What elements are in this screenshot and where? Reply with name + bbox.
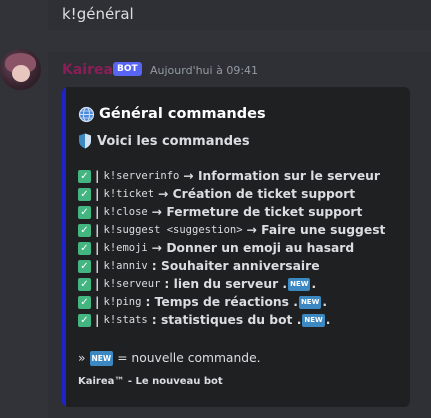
- embed-subtitle-text: Voici les commandes: [97, 133, 250, 149]
- command-description: : Souhaiter anniversaire: [151, 259, 320, 273]
- new-badge-icon: NEW: [302, 313, 325, 327]
- globe-icon: [78, 106, 95, 122]
- command-row: ✓ | k!ping: Temps de réactions . NEW.: [78, 293, 385, 311]
- command-description: : statistiques du bot .: [151, 313, 302, 327]
- command-name: k!serveur: [103, 278, 161, 290]
- new-badge-icon: NEW: [89, 350, 114, 366]
- check-mark-icon: ✓: [78, 205, 91, 219]
- command-row: ✓ | k!serverinfo → Information sur le serve…: [78, 167, 385, 185]
- command-row: ✓ | k!ticket → Création de ticket support: [78, 185, 385, 203]
- command-name: k!suggest <suggestion>: [103, 224, 243, 236]
- command-row: ✓ | k!anniv: Souhaiter anniversaire: [78, 257, 385, 275]
- avatar-face: [12, 65, 30, 82]
- legend-prefix: »: [78, 351, 86, 365]
- check-mark-icon: ✓: [78, 223, 91, 237]
- legend: » NEW = nouvelle commande.: [78, 349, 261, 367]
- embed-accent-bar: [62, 87, 66, 407]
- trailing-period: .: [322, 295, 327, 309]
- timestamp[interactable]: Aujourd'hui à 09:41: [150, 64, 258, 77]
- embed-title: Général commandes: [78, 104, 266, 124]
- command-name: k!serverinfo: [103, 170, 180, 182]
- legend-text: = nouvelle commande.: [117, 351, 261, 365]
- separator: |: [95, 313, 100, 327]
- check-mark-icon: ✓: [78, 295, 91, 309]
- command-description: → Faire une suggest: [246, 223, 386, 237]
- separator: |: [95, 295, 100, 309]
- command-description: → Fermeture de ticket support: [151, 205, 363, 219]
- command-list: ✓ | k!serverinfo → Information sur le serve…: [78, 167, 385, 329]
- bot-badge: BOT: [113, 62, 142, 76]
- command-description: → Donner un emoji au hasard: [151, 241, 355, 255]
- check-mark-icon: ✓: [78, 259, 91, 273]
- command-description: → Création de ticket support: [158, 187, 356, 201]
- check-mark-icon: ✓: [78, 277, 91, 291]
- separator: |: [95, 205, 100, 219]
- separator: |: [95, 277, 100, 291]
- command-name: k!emoji: [103, 242, 148, 254]
- new-badge-icon: NEW: [288, 277, 311, 291]
- command-row: ✓ | k!serveur: lien du serveur . NEW.: [78, 275, 385, 293]
- embed: Général commandes Voici les commandes ✓ |…: [62, 87, 410, 407]
- command-description: → Information sur le serveur: [183, 169, 380, 183]
- command-name: k!stats: [103, 314, 148, 326]
- embed-subtitle: Voici les commandes: [78, 131, 250, 151]
- command-description: : lien du serveur .: [164, 277, 288, 291]
- trailing-period: .: [311, 277, 317, 291]
- command-name: k!ticket: [103, 188, 155, 200]
- command-description: : Temps de réactions .: [145, 295, 298, 309]
- command-name: k!anniv: [103, 260, 148, 272]
- command-row: ✓ | k!stats: statistiques du bot . NEW.: [78, 311, 385, 329]
- command-name: k!close: [103, 206, 148, 218]
- embed-title-text: Général commandes: [99, 106, 266, 122]
- separator: |: [95, 259, 100, 273]
- check-mark-icon: ✓: [78, 169, 91, 183]
- separator: |: [95, 241, 100, 255]
- avatar[interactable]: [0, 49, 41, 90]
- check-mark-icon: ✓: [78, 313, 91, 327]
- command-row: ✓ | k!suggest <suggestion> → Faire une sugg…: [78, 221, 385, 239]
- check-mark-icon: ✓: [78, 241, 91, 255]
- username[interactable]: Kairea: [62, 62, 113, 78]
- separator: |: [95, 169, 100, 183]
- embed-footer: Kairea™ - Le nouveau bot: [78, 376, 223, 387]
- new-badge-icon: NEW: [298, 295, 322, 309]
- separator: |: [95, 187, 100, 201]
- shield-icon: [79, 133, 91, 149]
- separator: |: [95, 223, 100, 237]
- command-row: ✓ | k!emoji → Donner un emoji au hasard: [78, 239, 385, 257]
- check-mark-icon: ✓: [78, 187, 91, 201]
- command-row: ✓ | k!close → Fermeture de ticket support: [78, 203, 385, 221]
- previous-message-text: k!général: [62, 5, 134, 23]
- command-name: k!ping: [103, 296, 142, 308]
- trailing-period: .: [325, 313, 331, 327]
